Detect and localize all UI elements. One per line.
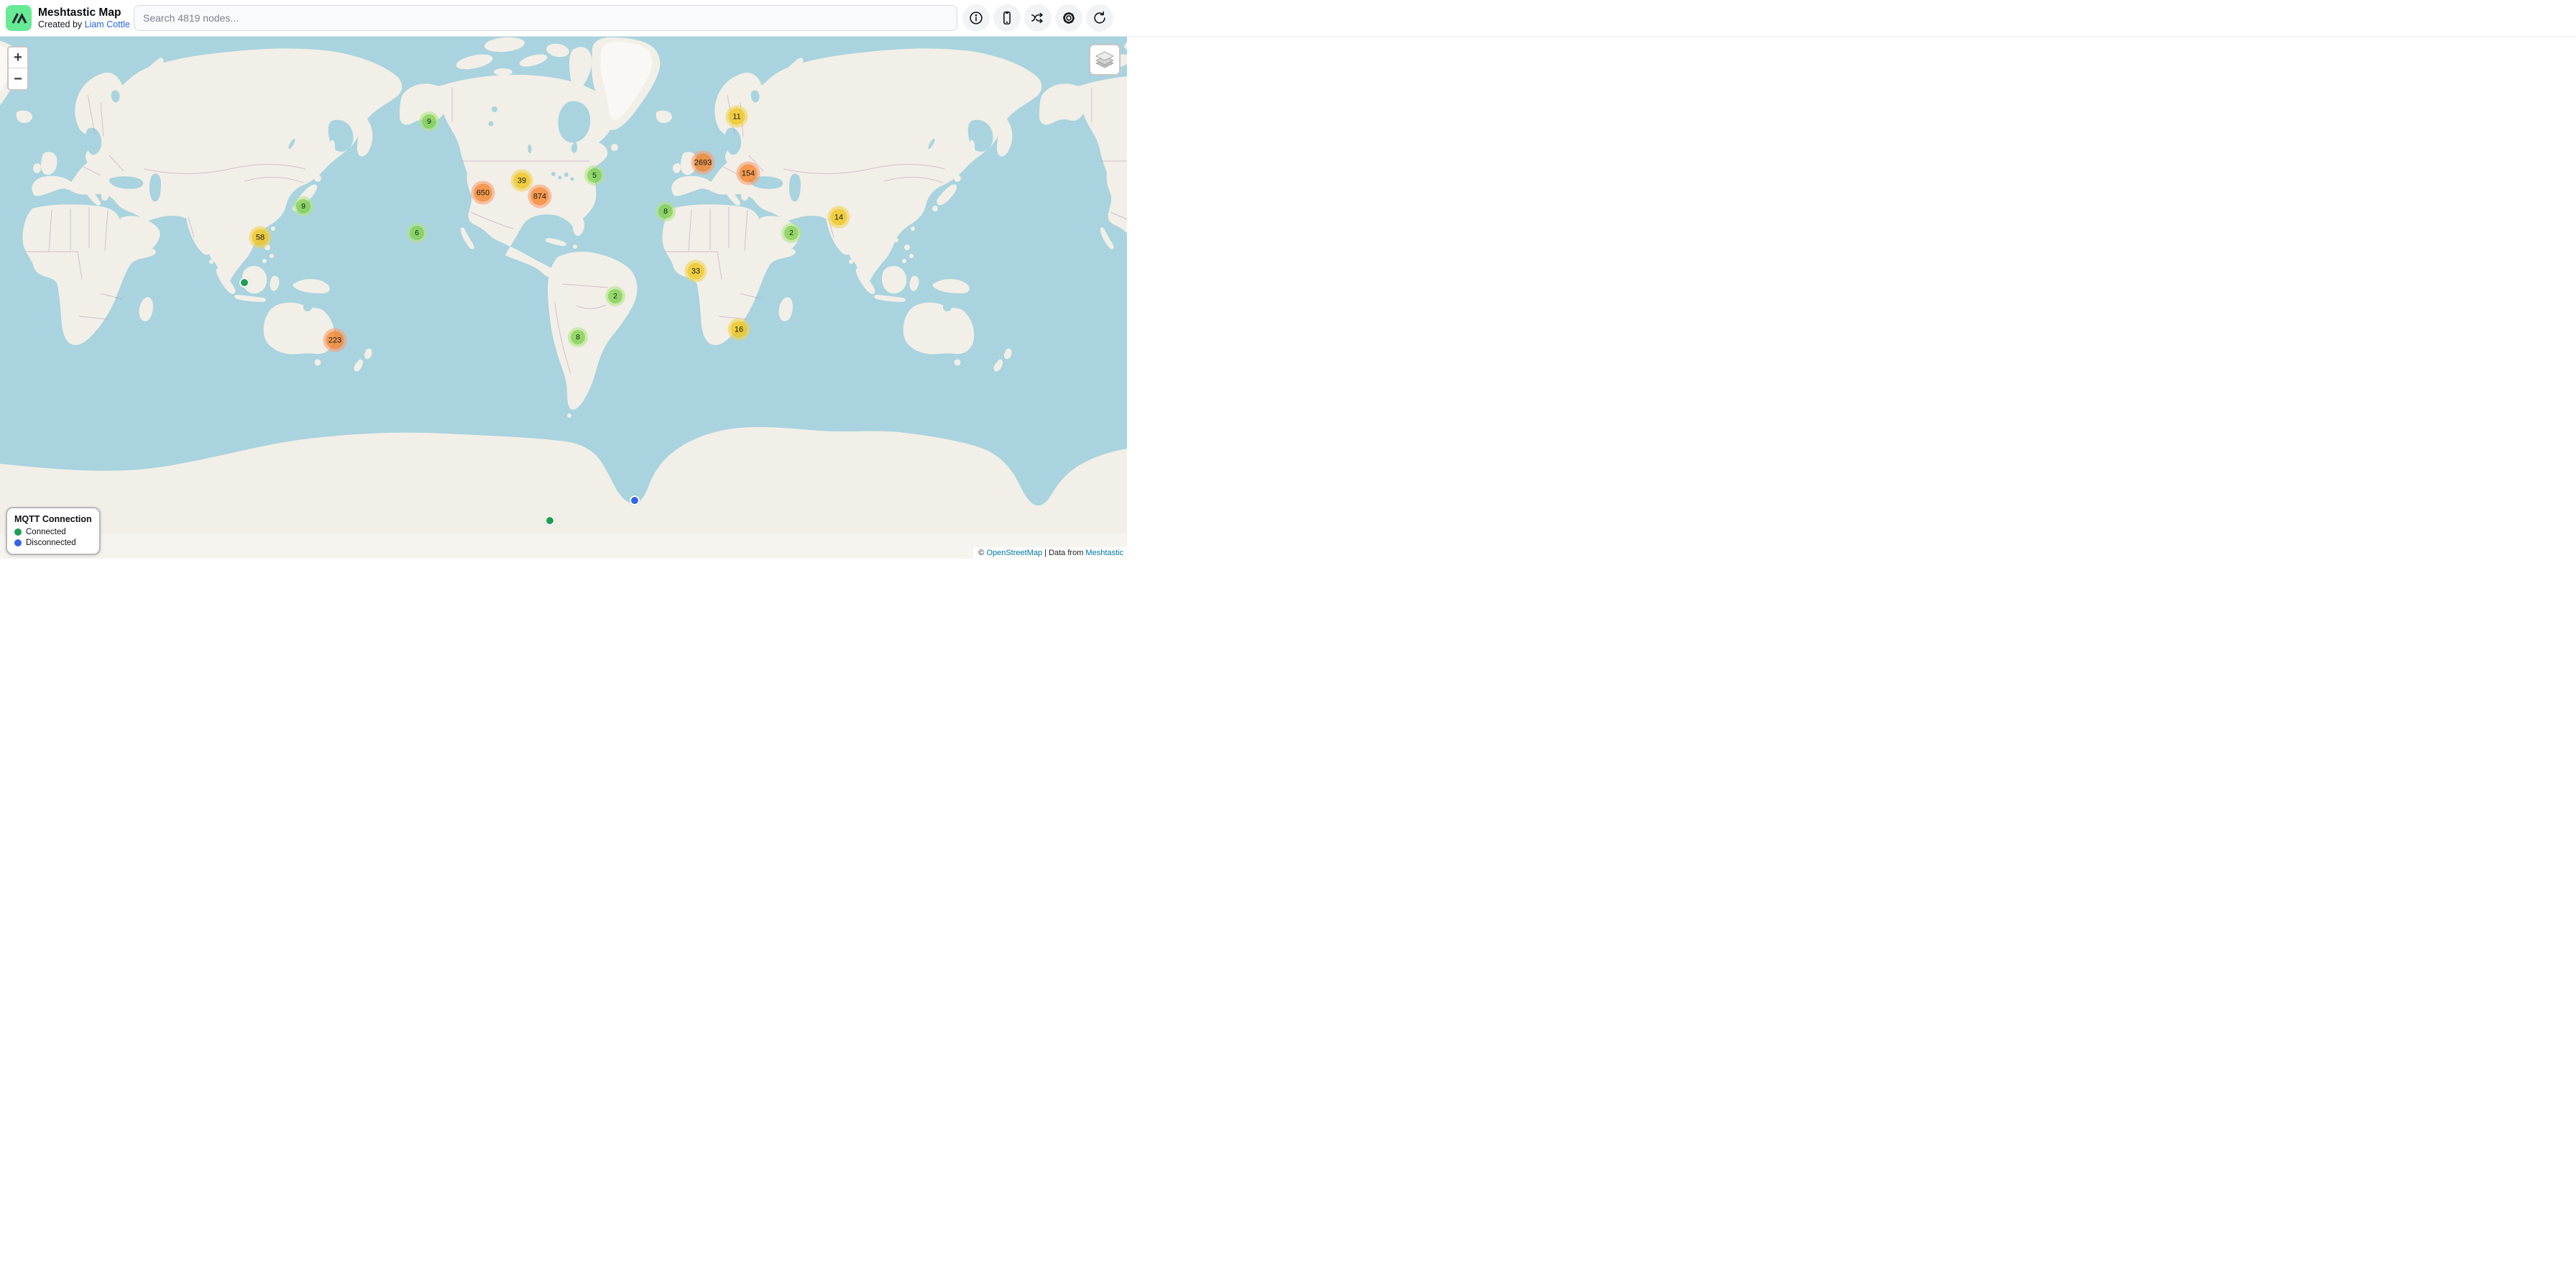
gear-icon (1061, 10, 1077, 26)
world-map (0, 37, 1127, 559)
refresh-button[interactable] (1086, 4, 1113, 32)
zoom-in-button[interactable]: + (9, 47, 27, 68)
cluster-marker[interactable]: 58 (249, 226, 272, 249)
cluster-marker[interactable]: 2693 (691, 151, 715, 175)
settings-button[interactable] (1055, 4, 1082, 32)
cluster-marker[interactable]: 9 (419, 111, 439, 132)
cluster-marker[interactable]: 874 (528, 185, 552, 209)
cluster-marker[interactable]: 5 (584, 165, 604, 186)
cluster-marker[interactable]: 14 (828, 206, 850, 229)
layers-icon (1095, 50, 1115, 69)
disconnected-dot-icon (14, 539, 22, 546)
info-icon (968, 10, 984, 26)
cluster-marker[interactable]: 6 (407, 223, 427, 243)
legend-item-connected: Connected (14, 528, 92, 536)
brand: Meshtastic Map Created by Liam Cottle (0, 5, 134, 31)
legend-item-disconnected: Disconnected (14, 539, 92, 547)
cluster-marker[interactable]: 39 (511, 170, 533, 192)
mqtt-legend: MQTT Connection Connected Disconnected (6, 507, 101, 555)
cluster-marker[interactable]: 16 (728, 319, 750, 341)
layers-control[interactable] (1089, 44, 1121, 75)
cluster-marker[interactable]: 2 (781, 223, 801, 243)
osm-link[interactable]: OpenStreetMap (986, 549, 1042, 557)
map-canvas[interactable]: + − 9 39 650 874 5 11 2693 154 8 14 2 33 9 58 6 2 8 16 223… (0, 37, 1127, 559)
smartphone-icon (999, 10, 1015, 26)
app-byline: Created by Liam Cottle (38, 19, 130, 29)
info-button[interactable] (962, 4, 990, 32)
app-header: Meshtastic Map Created by Liam Cottle (0, 0, 2576, 37)
refresh-icon (1092, 10, 1108, 26)
app-title: Meshtastic Map (38, 6, 130, 19)
mqtt-legend-title: MQTT Connection (14, 514, 92, 524)
cluster-marker[interactable]: 154 (737, 162, 760, 186)
cluster-marker[interactable]: 8 (656, 201, 676, 221)
cluster-marker[interactable]: 11 (726, 106, 748, 128)
cluster-marker[interactable]: 650 (472, 181, 495, 205)
shuffle-button[interactable] (1024, 4, 1052, 32)
zoom-out-button[interactable]: − (9, 68, 27, 89)
cluster-marker[interactable]: 8 (568, 327, 588, 347)
connected-dot-icon (14, 528, 22, 536)
node-marker-connected[interactable] (545, 516, 555, 526)
map-attribution: © OpenStreetMap | Data from Meshtastic (973, 547, 1127, 559)
cluster-marker[interactable]: 223 (323, 329, 347, 352)
cluster-marker[interactable]: 2 (605, 286, 625, 306)
cluster-marker[interactable]: 33 (685, 260, 707, 283)
meshtastic-link[interactable]: Meshtastic (1085, 549, 1123, 557)
meshtastic-logo-icon (6, 5, 32, 31)
device-button[interactable] (993, 4, 1021, 32)
header-actions (962, 4, 1113, 32)
author-link[interactable]: Liam Cottle (85, 19, 130, 29)
node-marker-disconnected[interactable] (630, 495, 640, 505)
shuffle-icon (1030, 10, 1046, 26)
search-input[interactable] (134, 5, 957, 31)
cluster-marker[interactable]: 9 (293, 196, 313, 216)
node-marker-connected[interactable] (239, 278, 249, 288)
zoom-control: + − (7, 46, 29, 91)
